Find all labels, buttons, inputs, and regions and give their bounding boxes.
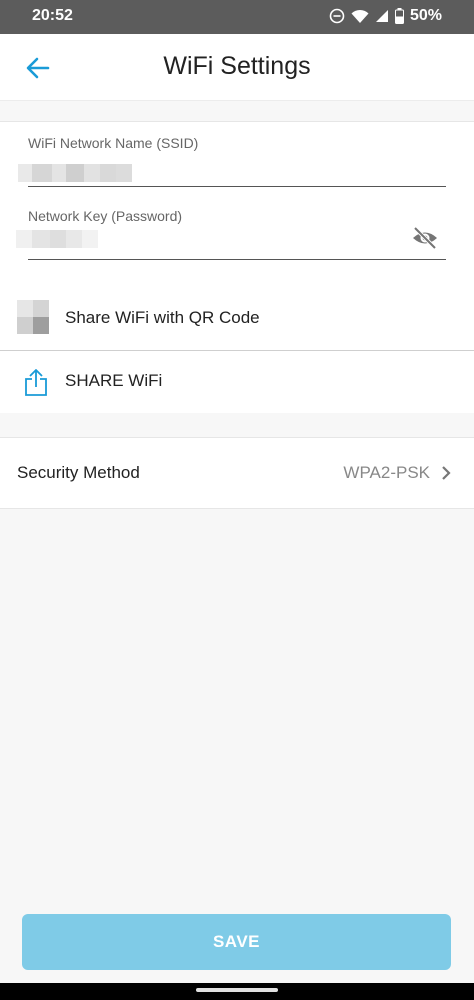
ssid-input[interactable] [18, 164, 132, 182]
qr-code-icon [17, 300, 49, 334]
app-bar: WiFi Settings [0, 34, 474, 101]
security-method-row[interactable]: Security Method WPA2-PSK [0, 437, 474, 509]
visibility-off-icon[interactable] [411, 226, 439, 250]
status-icons: 50% [329, 7, 442, 25]
navigation-bar [0, 983, 474, 1000]
ssid-underline [28, 186, 446, 187]
share-qr-row[interactable]: Share WiFi with QR Code [0, 288, 474, 350]
status-bar: 20:52 50% [0, 0, 474, 34]
chevron-right-icon [442, 466, 451, 480]
wifi-icon [351, 9, 369, 23]
status-time: 20:52 [32, 7, 73, 24]
battery-icon [394, 8, 404, 24]
cell-signal-icon [375, 10, 388, 22]
network-credentials-card: WiFi Network Name (SSID) Network Key (Pa… [0, 121, 474, 289]
battery-percent: 50% [409, 7, 442, 24]
section-spacer [0, 101, 474, 121]
share-wifi-row[interactable]: SHARE WiFi [0, 351, 474, 413]
password-input[interactable] [16, 230, 98, 248]
save-button[interactable]: SAVE [22, 914, 451, 970]
ssid-label: WiFi Network Name (SSID) [28, 135, 199, 151]
do-not-disturb-icon [329, 8, 345, 24]
password-label: Network Key (Password) [28, 208, 183, 224]
home-gesture-handle[interactable] [196, 988, 278, 992]
security-method-value: WPA2-PSK [343, 463, 430, 482]
share-icon [25, 369, 47, 396]
password-underline [28, 259, 446, 260]
share-qr-label: Share WiFi with QR Code [65, 308, 260, 327]
page-title: WiFi Settings [163, 52, 311, 80]
share-wifi-label: SHARE WiFi [65, 371, 163, 390]
security-method-label: Security Method [17, 463, 140, 482]
